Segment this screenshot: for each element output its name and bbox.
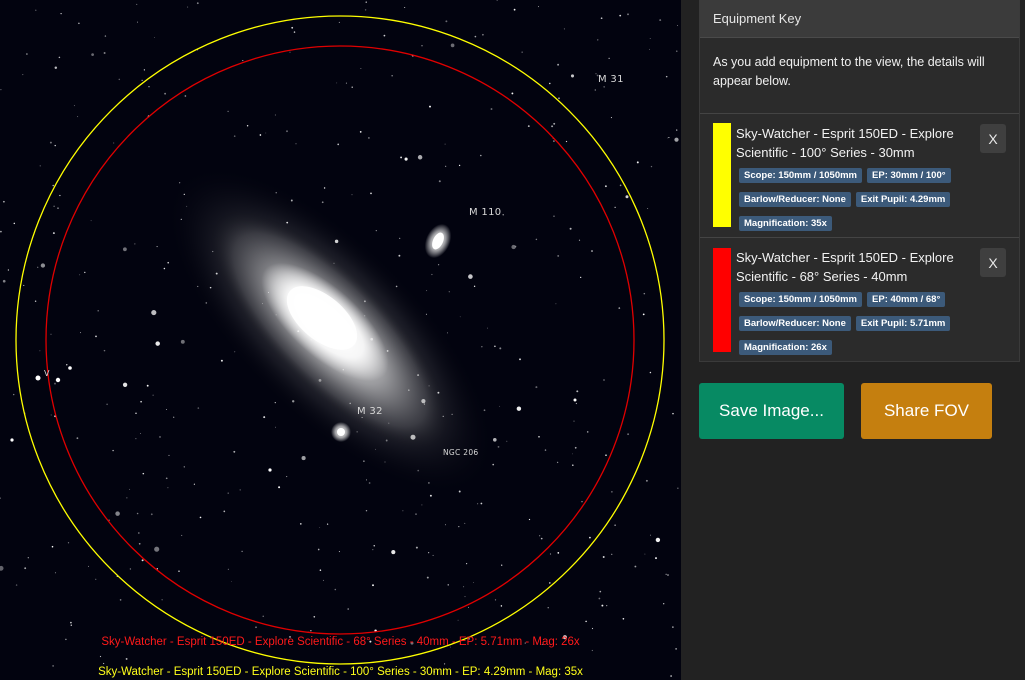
sky-viewer[interactable]: M 31 M 110 M 32 NGC 206 V Sky-Watcher - … bbox=[0, 0, 681, 680]
eyepiece-tag: EP: 30mm / 100° bbox=[867, 168, 951, 183]
v-label: V bbox=[44, 369, 50, 378]
fov-caption-red: Sky-Watcher - Esprit 150ED - Explore Sci… bbox=[101, 636, 580, 648]
magnification-tag: Magnification: 26x bbox=[739, 340, 832, 355]
remove-equipment-button[interactable]: X bbox=[980, 248, 1006, 277]
sidebar: Equipment Key As you add equipment to th… bbox=[681, 0, 1025, 680]
m110-label: M 110 bbox=[469, 207, 502, 218]
equipment-item: Sky-Watcher - Esprit 150ED - Explore Sci… bbox=[700, 114, 1019, 238]
m32-label: M 32 bbox=[357, 406, 383, 417]
ngc206-label: NGC 206 bbox=[443, 448, 479, 457]
panel-title: Equipment Key bbox=[700, 0, 1019, 38]
save-image-button[interactable]: Save Image... bbox=[699, 383, 844, 439]
exit-pupil-tag: Exit Pupil: 4.29mm bbox=[855, 192, 951, 207]
equipment-title: Sky-Watcher - Esprit 150ED - Explore Sci… bbox=[736, 250, 954, 284]
equipment-tags: Scope: 150mm / 1050mm EP: 30mm / 100° Barl… bbox=[739, 165, 979, 237]
m32-galaxy bbox=[331, 422, 351, 442]
equipment-tags: Scope: 150mm / 1050mm EP: 40mm / 68° Barlo… bbox=[739, 289, 979, 361]
scope-tag: Scope: 150mm / 1050mm bbox=[739, 292, 863, 307]
color-swatch bbox=[713, 123, 731, 227]
panel-intro: As you add equipment to the view, the de… bbox=[700, 38, 1019, 114]
remove-equipment-button[interactable]: X bbox=[980, 124, 1006, 153]
equipment-item: Sky-Watcher - Esprit 150ED - Explore Sci… bbox=[700, 238, 1019, 362]
scope-tag: Scope: 150mm / 1050mm bbox=[739, 168, 863, 183]
equipment-title: Sky-Watcher - Esprit 150ED - Explore Sci… bbox=[736, 126, 954, 160]
share-fov-button[interactable]: Share FOV bbox=[861, 383, 992, 439]
barlow-tag: Barlow/Reducer: None bbox=[739, 316, 851, 331]
m31-label: M 31 bbox=[598, 74, 624, 85]
eyepiece-tag: EP: 40mm / 68° bbox=[867, 292, 946, 307]
exit-pupil-tag: Exit Pupil: 5.71mm bbox=[855, 316, 951, 331]
barlow-tag: Barlow/Reducer: None bbox=[739, 192, 851, 207]
magnification-tag: Magnification: 35x bbox=[739, 216, 832, 231]
fov-caption-yellow: Sky-Watcher - Esprit 150ED - Explore Sci… bbox=[98, 666, 583, 678]
sky-image bbox=[0, 0, 681, 680]
color-swatch bbox=[713, 248, 731, 352]
equipment-key-panel: Equipment Key As you add equipment to th… bbox=[699, 0, 1020, 362]
